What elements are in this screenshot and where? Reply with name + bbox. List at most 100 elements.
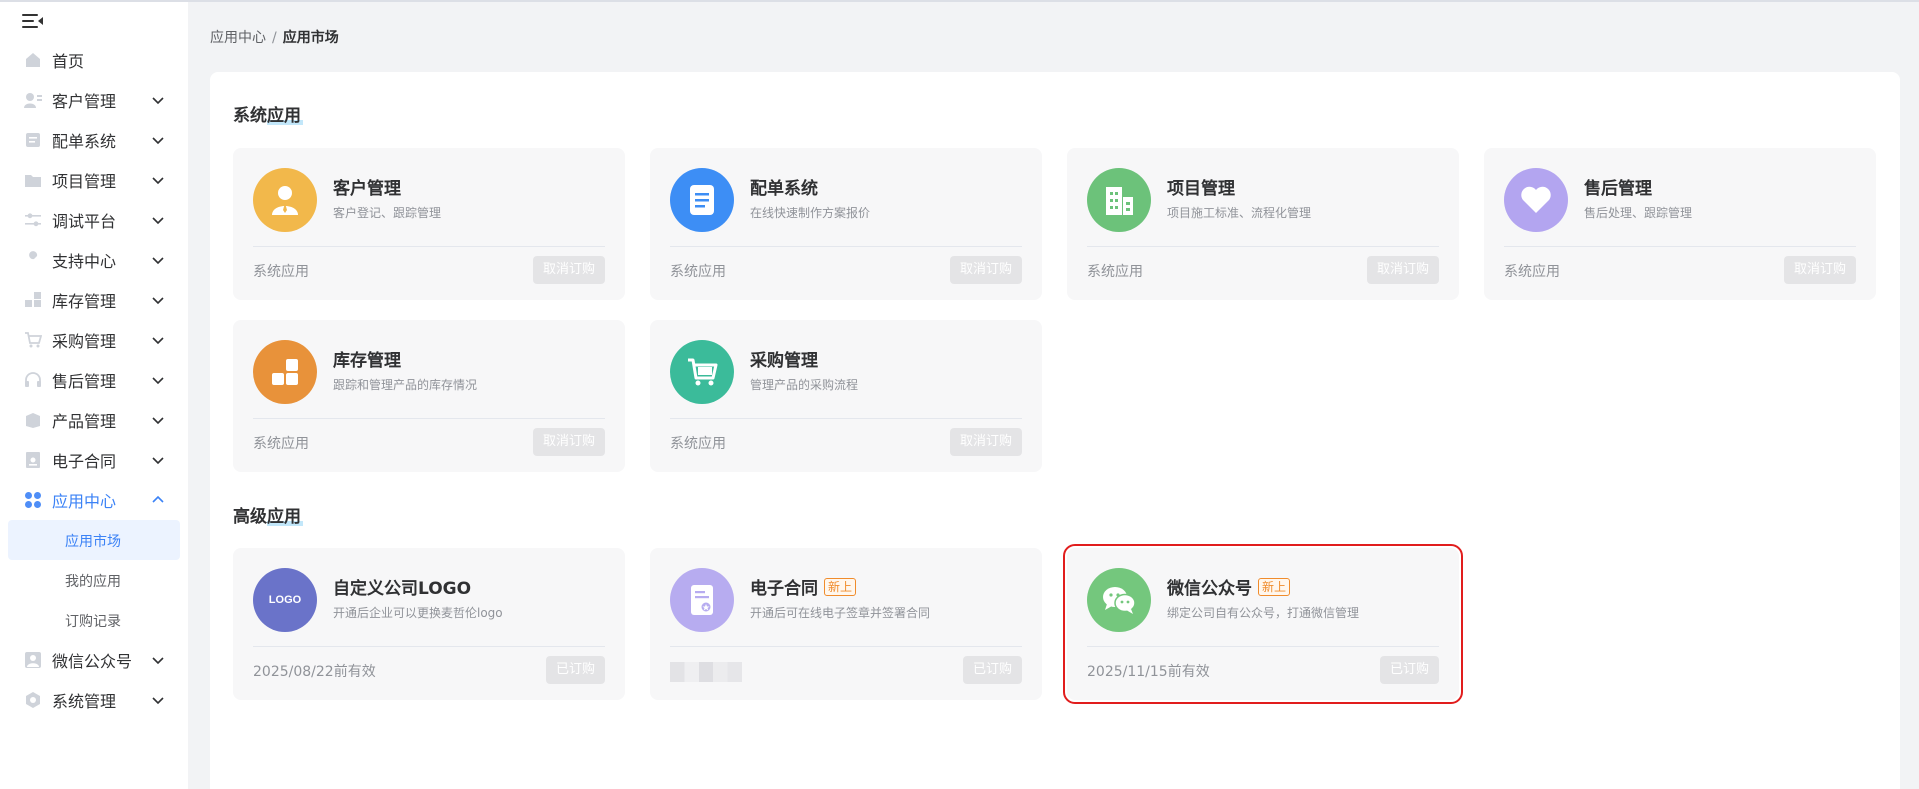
headset-icon: [24, 371, 42, 389]
chevron-up-icon: [152, 495, 164, 503]
divider: [1087, 246, 1439, 247]
divider: [253, 418, 605, 419]
cancel-subscription-button[interactable]: 取消订购: [949, 256, 1022, 284]
sidebar-subitem-app-market[interactable]: 应用市场: [8, 520, 180, 560]
sidebar-item-aftersale[interactable]: 售后管理: [0, 360, 188, 400]
document-icon: [670, 168, 734, 232]
app-card-title: 配单系统: [750, 179, 818, 199]
sidebar-item-customer[interactable]: 客户管理: [0, 80, 188, 120]
app-card-purchase[interactable]: 采购管理 管理产品的采购流程 系统应用 取消订购: [650, 320, 1042, 472]
sidebar: 首页 客户管理 配单系统 项目管理 调试平台 支持中心 库存管理 采购管理 售后…: [0, 2, 188, 789]
sidebar-item-support[interactable]: 支持中心: [0, 240, 188, 280]
sidebar-item-product[interactable]: 产品管理: [0, 400, 188, 440]
cancel-subscription-button[interactable]: 取消订购: [532, 256, 605, 284]
chevron-down-icon: [152, 337, 164, 345]
blocks-icon: [253, 340, 317, 404]
sidebar-item-app-center[interactable]: 应用中心: [0, 480, 188, 520]
app-card-title-row: 电子合同 新上: [750, 574, 857, 599]
app-card-inventory[interactable]: 库存管理 跟踪和管理产品的库存情况 系统应用 取消订购: [233, 320, 625, 472]
app-card-type: 系统应用: [1087, 264, 1143, 280]
chevron-down-icon: [152, 377, 164, 385]
breadcrumb-parent[interactable]: 应用中心: [210, 30, 266, 46]
main-panel: 系统应用 客户管理 客户登记、跟踪管理 系统应用 取消订购 配单系统 在线快速制…: [210, 72, 1900, 789]
cancel-subscription-button[interactable]: 取消订购: [532, 428, 605, 456]
section-title-system-apps: 系统应用: [233, 101, 303, 126]
redacted-expiry: [670, 662, 742, 682]
person-icon: [253, 168, 317, 232]
chevron-down-icon: [152, 217, 164, 225]
cancel-subscription-button[interactable]: 取消订购: [1783, 256, 1856, 284]
subscribed-button[interactable]: 已订购: [1379, 656, 1439, 684]
app-card-desc: 售后处理、跟踪管理: [1584, 206, 1693, 220]
app-card-type: 系统应用: [1504, 264, 1560, 280]
sidebar-item-project[interactable]: 项目管理: [0, 160, 188, 200]
app-card-wechat-official[interactable]: 微信公众号 新上 绑定公司自有公众号，打通微信管理 2025/11/15前有效 …: [1063, 544, 1463, 704]
divider: [1504, 246, 1856, 247]
new-badge: 新上: [1258, 577, 1291, 596]
contract-icon: [670, 568, 734, 632]
sidebar-item-system[interactable]: 系统管理: [0, 680, 188, 720]
chevron-down-icon: [152, 177, 164, 185]
app-card-desc: 项目施工标准、流程化管理: [1167, 206, 1312, 220]
chevron-down-icon: [152, 297, 164, 305]
box-icon: [24, 411, 42, 429]
app-card-title: 采购管理: [750, 351, 818, 371]
app-card-title-row: 微信公众号 新上: [1167, 574, 1291, 599]
sidebar-item-contract[interactable]: 电子合同: [0, 440, 188, 480]
divider: [670, 246, 1022, 247]
sidebar-item-purchase[interactable]: 采购管理: [0, 320, 188, 360]
app-card-desc: 开通后可在线电子签章并签署合同: [750, 606, 931, 620]
app-card-title: 项目管理: [1167, 179, 1235, 199]
breadcrumb-separator: /: [272, 30, 277, 46]
sidebar-item-inventory[interactable]: 库存管理: [0, 280, 188, 320]
customer-icon: [24, 91, 42, 109]
app-card-type: 系统应用: [253, 436, 309, 452]
cancel-subscription-button[interactable]: 取消订购: [949, 428, 1022, 456]
app-card-desc: 绑定公司自有公众号，打通微信管理: [1167, 606, 1360, 620]
app-card-type: 系统应用: [253, 264, 309, 280]
sidebar-item-order[interactable]: 配单系统: [0, 120, 188, 160]
app-card-desc: 在线快速制作方案报价: [750, 206, 871, 220]
app-card-desc: 跟踪和管理产品的库存情况: [333, 378, 478, 392]
app-card-desc: 客户登记、跟踪管理: [333, 206, 442, 220]
app-card-expiry: 2025/11/15前有效: [1087, 664, 1210, 680]
contract-icon: [24, 451, 42, 469]
building-icon: [1087, 168, 1151, 232]
logo-icon: LOGO: [253, 568, 317, 632]
app-card-custom-logo[interactable]: LOGO 自定义公司LOGO 开通后企业可以更换麦哲伦logo 2025/08/…: [233, 548, 625, 700]
app-card-title: 自定义公司LOGO: [333, 579, 472, 599]
app-card-project[interactable]: 项目管理 项目施工标准、流程化管理 系统应用 取消订购: [1067, 148, 1459, 300]
sidebar-item-home[interactable]: 首页: [0, 40, 188, 80]
apps-icon: [24, 491, 42, 509]
chevron-down-icon: [152, 697, 164, 705]
cancel-subscription-button[interactable]: 取消订购: [1366, 256, 1439, 284]
app-card-type: 系统应用: [670, 264, 726, 280]
collapse-menu-icon[interactable]: [22, 12, 44, 30]
top-border: [0, 0, 1919, 2]
subscribed-button[interactable]: 已订购: [545, 656, 605, 684]
sidebar-subitem-my-apps[interactable]: 我的应用: [8, 560, 180, 600]
cart-icon: [670, 340, 734, 404]
new-badge: 新上: [824, 577, 857, 596]
divider: [670, 646, 1022, 647]
chevron-down-icon: [152, 457, 164, 465]
sidebar-subitem-orders[interactable]: 订购记录: [8, 600, 180, 640]
app-card-type: 系统应用: [670, 436, 726, 452]
sidebar-item-debug[interactable]: 调试平台: [0, 200, 188, 240]
app-card-expiry: 2025/08/22前有效: [253, 664, 376, 680]
app-card-customer[interactable]: 客户管理 客户登记、跟踪管理 系统应用 取消订购: [233, 148, 625, 300]
app-card-aftersale[interactable]: 售后管理 售后处理、跟踪管理 系统应用 取消订购: [1484, 148, 1876, 300]
folder-icon: [24, 171, 42, 189]
sidebar-item-wechat[interactable]: 微信公众号: [0, 640, 188, 680]
heart-icon: [1504, 168, 1568, 232]
subscribed-button[interactable]: 已订购: [962, 656, 1022, 684]
divider: [253, 646, 605, 647]
app-card-e-contract[interactable]: 电子合同 新上 开通后可在线电子签章并签署合同 已订购: [650, 548, 1042, 700]
section-title-advanced-apps: 高级应用: [233, 502, 303, 527]
inventory-icon: [24, 291, 42, 309]
chevron-down-icon: [152, 137, 164, 145]
chevron-down-icon: [152, 417, 164, 425]
chevron-down-icon: [152, 257, 164, 265]
chevron-down-icon: [152, 97, 164, 105]
app-card-order[interactable]: 配单系统 在线快速制作方案报价 系统应用 取消订购: [650, 148, 1042, 300]
